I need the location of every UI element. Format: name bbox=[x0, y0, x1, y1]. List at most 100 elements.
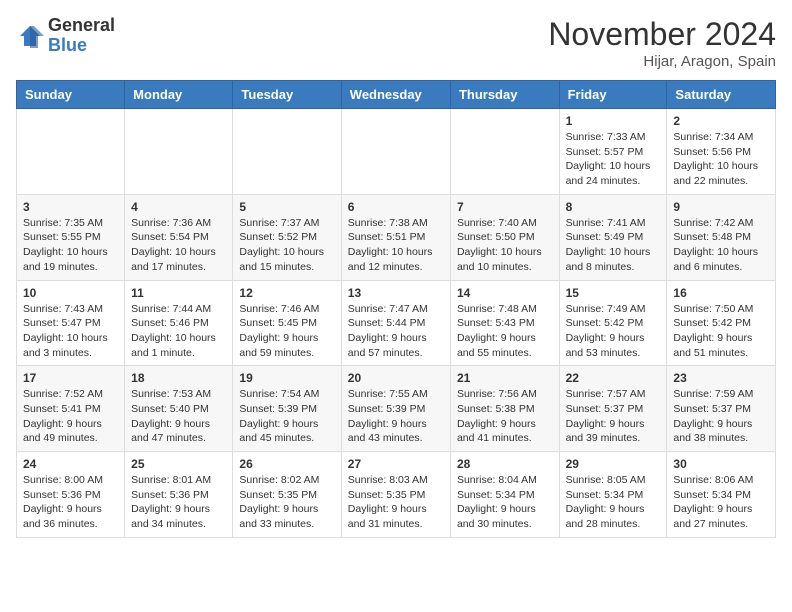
day-info: Sunrise: 7:54 AM Sunset: 5:39 PM Dayligh… bbox=[239, 387, 334, 446]
day-cell: 28 Sunrise: 8:04 AM Sunset: 5:34 PM Dayli… bbox=[450, 452, 559, 538]
month-title: November 2024 bbox=[548, 16, 776, 53]
day-info: Sunrise: 7:36 AM Sunset: 5:54 PM Dayligh… bbox=[131, 216, 226, 275]
day-cell: 18Sunrise: 7:53 AM Sunset: 5:40 PM Dayli… bbox=[125, 366, 233, 452]
day-header-sunday: Sunday bbox=[17, 81, 125, 109]
day-number: 27 bbox=[348, 457, 444, 471]
day-info: Sunrise: 7:48 AM Sunset: 5:43 PM Dayligh… bbox=[457, 302, 553, 361]
day-number: 30 bbox=[673, 457, 769, 471]
day-cell bbox=[341, 109, 450, 195]
day-cell: 5 Sunrise: 7:37 AM Sunset: 5:52 PM Daylig… bbox=[233, 194, 341, 280]
day-cell bbox=[450, 109, 559, 195]
day-header-friday: Friday bbox=[559, 81, 667, 109]
day-cell bbox=[233, 109, 341, 195]
day-number: 23 bbox=[673, 371, 769, 385]
day-cell bbox=[125, 109, 233, 195]
day-cell: 15 Sunrise: 7:49 AM Sunset: 5:42 PM Dayli… bbox=[559, 280, 667, 366]
day-cell: 23 Sunrise: 7:59 AM Sunset: 5:37 PM Dayli… bbox=[667, 366, 776, 452]
day-header-tuesday: Tuesday bbox=[233, 81, 341, 109]
day-info: Sunrise: 7:35 AM Sunset: 5:55 PM Dayligh… bbox=[23, 216, 118, 275]
day-info: Sunrise: 7:46 AM Sunset: 5:45 PM Dayligh… bbox=[239, 302, 334, 361]
day-number: 2 bbox=[673, 114, 769, 128]
day-number: 13 bbox=[348, 286, 444, 300]
day-cell: 1Sunrise: 7:33 AM Sunset: 5:57 PM Daylig… bbox=[559, 109, 667, 195]
day-number: 16 bbox=[673, 286, 769, 300]
day-info: Sunrise: 7:56 AM Sunset: 5:38 PM Dayligh… bbox=[457, 387, 553, 446]
day-header-saturday: Saturday bbox=[667, 81, 776, 109]
day-number: 10 bbox=[23, 286, 118, 300]
day-info: Sunrise: 8:05 AM Sunset: 5:34 PM Dayligh… bbox=[566, 473, 661, 532]
day-info: Sunrise: 7:44 AM Sunset: 5:46 PM Dayligh… bbox=[131, 302, 226, 361]
day-number: 19 bbox=[239, 371, 334, 385]
day-number: 14 bbox=[457, 286, 553, 300]
location: Hijar, Aragon, Spain bbox=[548, 53, 776, 70]
days-header-row: SundayMondayTuesdayWednesdayThursdayFrid… bbox=[17, 81, 776, 109]
day-number: 28 bbox=[457, 457, 553, 471]
week-row-3: 10 Sunrise: 7:43 AM Sunset: 5:47 PM Dayli… bbox=[17, 280, 776, 366]
day-info: Sunrise: 7:55 AM Sunset: 5:39 PM Dayligh… bbox=[348, 387, 444, 446]
day-number: 9 bbox=[673, 200, 769, 214]
day-info: Sunrise: 7:47 AM Sunset: 5:44 PM Dayligh… bbox=[348, 302, 444, 361]
day-cell bbox=[17, 109, 125, 195]
day-number: 11 bbox=[131, 286, 226, 300]
day-number: 7 bbox=[457, 200, 553, 214]
day-cell: 16Sunrise: 7:50 AM Sunset: 5:42 PM Dayli… bbox=[667, 280, 776, 366]
day-cell: 14 Sunrise: 7:48 AM Sunset: 5:43 PM Dayli… bbox=[450, 280, 559, 366]
day-number: 25 bbox=[131, 457, 226, 471]
day-number: 1 bbox=[566, 114, 661, 128]
day-cell: 25 Sunrise: 8:01 AM Sunset: 5:36 PM Dayli… bbox=[125, 452, 233, 538]
day-info: Sunrise: 8:03 AM Sunset: 5:35 PM Dayligh… bbox=[348, 473, 444, 532]
day-number: 12 bbox=[239, 286, 334, 300]
day-cell: 30Sunrise: 8:06 AM Sunset: 5:34 PM Dayli… bbox=[667, 452, 776, 538]
day-number: 5 bbox=[239, 200, 334, 214]
day-cell: 26Sunrise: 8:02 AM Sunset: 5:35 PM Dayli… bbox=[233, 452, 341, 538]
week-row-1: 1Sunrise: 7:33 AM Sunset: 5:57 PM Daylig… bbox=[17, 109, 776, 195]
day-info: Sunrise: 7:34 AM Sunset: 5:56 PM Dayligh… bbox=[673, 130, 769, 189]
day-cell: 13 Sunrise: 7:47 AM Sunset: 5:44 PM Dayli… bbox=[341, 280, 450, 366]
calendar-body: 1Sunrise: 7:33 AM Sunset: 5:57 PM Daylig… bbox=[17, 109, 776, 538]
day-number: 8 bbox=[566, 200, 661, 214]
week-row-5: 24 Sunrise: 8:00 AM Sunset: 5:36 PM Dayli… bbox=[17, 452, 776, 538]
header: General Blue November 2024 Hijar, Aragon… bbox=[16, 16, 776, 70]
day-cell: 9Sunrise: 7:42 AM Sunset: 5:48 PM Daylig… bbox=[667, 194, 776, 280]
day-info: Sunrise: 7:49 AM Sunset: 5:42 PM Dayligh… bbox=[566, 302, 661, 361]
day-cell: 7 Sunrise: 7:40 AM Sunset: 5:50 PM Daylig… bbox=[450, 194, 559, 280]
week-row-2: 3Sunrise: 7:35 AM Sunset: 5:55 PM Daylig… bbox=[17, 194, 776, 280]
day-cell: 4 Sunrise: 7:36 AM Sunset: 5:54 PM Daylig… bbox=[125, 194, 233, 280]
day-info: Sunrise: 7:43 AM Sunset: 5:47 PM Dayligh… bbox=[23, 302, 118, 361]
day-number: 6 bbox=[348, 200, 444, 214]
day-number: 20 bbox=[348, 371, 444, 385]
day-info: Sunrise: 8:01 AM Sunset: 5:36 PM Dayligh… bbox=[131, 473, 226, 532]
day-cell: 12 Sunrise: 7:46 AM Sunset: 5:45 PM Dayli… bbox=[233, 280, 341, 366]
day-number: 18 bbox=[131, 371, 226, 385]
day-info: Sunrise: 8:00 AM Sunset: 5:36 PM Dayligh… bbox=[23, 473, 118, 532]
day-header-thursday: Thursday bbox=[450, 81, 559, 109]
day-number: 29 bbox=[566, 457, 661, 471]
title-area: November 2024 Hijar, Aragon, Spain bbox=[548, 16, 776, 70]
day-cell: 20 Sunrise: 7:55 AM Sunset: 5:39 PM Dayli… bbox=[341, 366, 450, 452]
day-header-wednesday: Wednesday bbox=[341, 81, 450, 109]
day-number: 17 bbox=[23, 371, 118, 385]
day-info: Sunrise: 8:04 AM Sunset: 5:34 PM Dayligh… bbox=[457, 473, 553, 532]
day-info: Sunrise: 7:37 AM Sunset: 5:52 PM Dayligh… bbox=[239, 216, 334, 275]
week-row-4: 17 Sunrise: 7:52 AM Sunset: 5:41 PM Dayli… bbox=[17, 366, 776, 452]
day-cell: 22Sunrise: 7:57 AM Sunset: 5:37 PM Dayli… bbox=[559, 366, 667, 452]
day-info: Sunrise: 7:59 AM Sunset: 5:37 PM Dayligh… bbox=[673, 387, 769, 446]
day-cell: 17 Sunrise: 7:52 AM Sunset: 5:41 PM Dayli… bbox=[17, 366, 125, 452]
logo-icon bbox=[16, 22, 44, 50]
day-info: Sunrise: 7:41 AM Sunset: 5:49 PM Dayligh… bbox=[566, 216, 661, 275]
day-cell: 10 Sunrise: 7:43 AM Sunset: 5:47 PM Dayli… bbox=[17, 280, 125, 366]
logo-blue-text: Blue bbox=[48, 35, 87, 55]
day-info: Sunrise: 7:52 AM Sunset: 5:41 PM Dayligh… bbox=[23, 387, 118, 446]
day-cell: 19 Sunrise: 7:54 AM Sunset: 5:39 PM Dayli… bbox=[233, 366, 341, 452]
day-cell: 2 Sunrise: 7:34 AM Sunset: 5:56 PM Daylig… bbox=[667, 109, 776, 195]
day-number: 22 bbox=[566, 371, 661, 385]
day-info: Sunrise: 7:40 AM Sunset: 5:50 PM Dayligh… bbox=[457, 216, 553, 275]
day-number: 15 bbox=[566, 286, 661, 300]
logo-general-text: General bbox=[48, 15, 115, 35]
day-number: 21 bbox=[457, 371, 553, 385]
day-number: 24 bbox=[23, 457, 118, 471]
day-cell: 24 Sunrise: 8:00 AM Sunset: 5:36 PM Dayli… bbox=[17, 452, 125, 538]
day-number: 4 bbox=[131, 200, 226, 214]
day-cell: 11 Sunrise: 7:44 AM Sunset: 5:46 PM Dayli… bbox=[125, 280, 233, 366]
day-header-monday: Monday bbox=[125, 81, 233, 109]
